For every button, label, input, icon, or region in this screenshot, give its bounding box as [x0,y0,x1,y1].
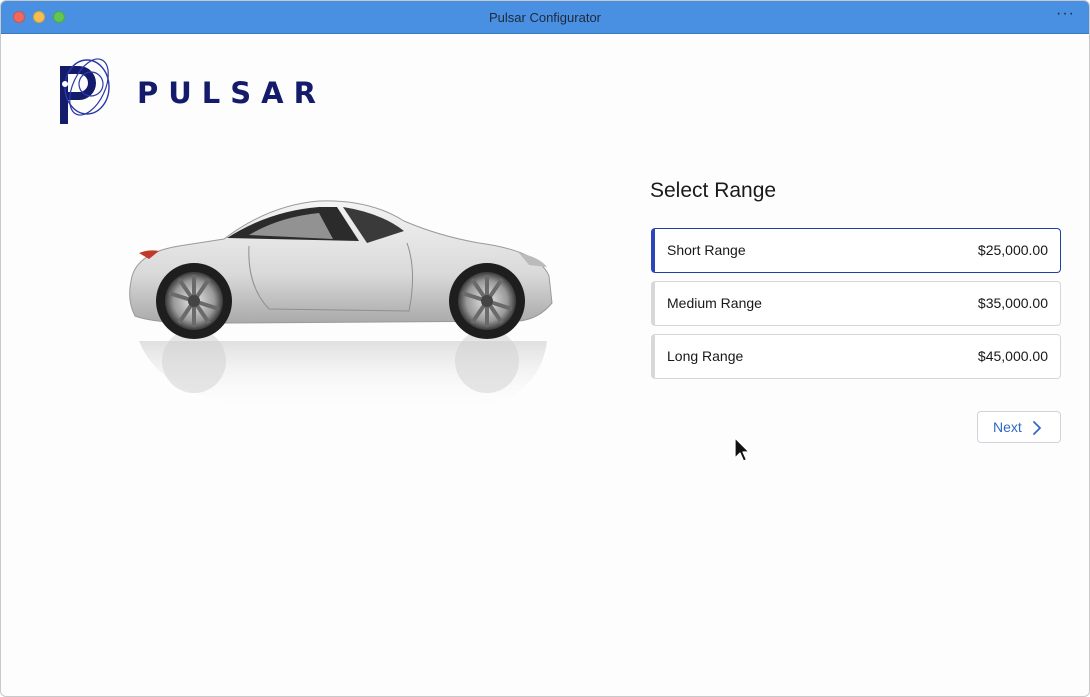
select-range-title: Select Range [650,179,777,202]
range-option-price: $25,000.00 [977,242,1048,258]
range-option-name: Medium Range [667,295,762,311]
range-option-name: Long Range [667,348,744,364]
app-window: Pulsar Configurator ··· PULSAR Select Ra… [0,0,1090,697]
range-option-medium[interactable]: Medium Range $35,000.00 [651,281,1061,326]
range-option-long[interactable]: Long Range $45,000.00 [651,334,1061,379]
title-bar: Pulsar Configurator ··· [1,1,1089,34]
range-option-price: $35,000.00 [977,295,1048,311]
brand-name: PULSAR [137,76,326,110]
mouse-pointer-icon [734,437,750,462]
chevron-right-icon [1033,421,1041,435]
window-title: Pulsar Configurator [489,10,601,25]
more-options-button[interactable]: ··· [1056,5,1075,23]
pulsar-logo-mark [60,58,110,124]
range-option-price: $45,000.00 [977,348,1048,364]
next-button-label: Next [993,419,1022,435]
car-image [119,191,569,461]
range-option-short[interactable]: Short Range $25,000.00 [651,228,1061,273]
next-button[interactable]: Next [977,411,1061,443]
range-option-name: Short Range [667,242,746,258]
pulsar-logo: PULSAR [57,54,316,126]
